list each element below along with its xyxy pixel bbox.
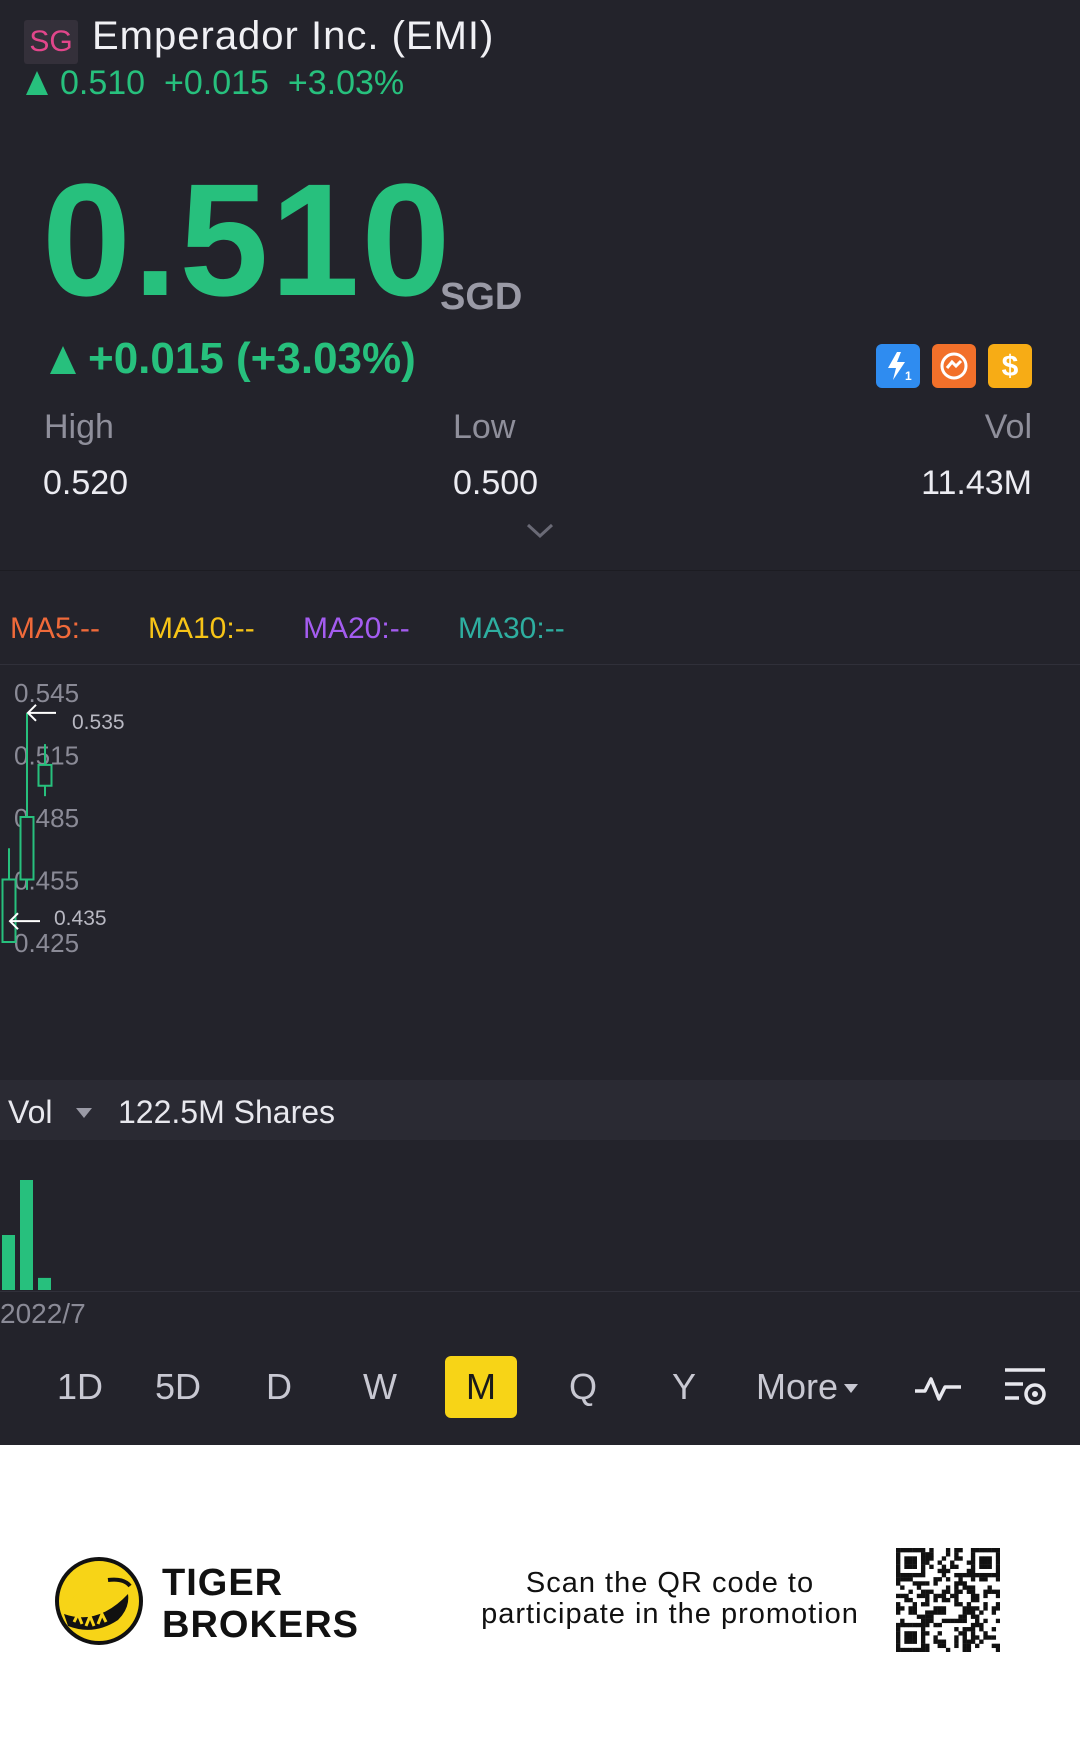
brand-line-2: BROKERS bbox=[162, 1604, 360, 1646]
caret-down-icon bbox=[844, 1384, 859, 1393]
ma30-label: MA30:-- bbox=[458, 612, 565, 645]
dropdown-caret-icon[interactable] bbox=[76, 1108, 92, 1118]
ma5-label: MA5:-- bbox=[10, 612, 100, 645]
period-m[interactable]: M bbox=[445, 1356, 517, 1418]
y-tick-label: 0.425 bbox=[14, 928, 79, 958]
ma20-label: MA20:-- bbox=[303, 612, 410, 645]
period-y[interactable]: Y bbox=[648, 1356, 720, 1418]
volume-bottom-divider bbox=[0, 1291, 1080, 1292]
header-quote: 0.510 +0.015 +3.03% bbox=[26, 64, 404, 103]
header-price: 0.510 bbox=[60, 64, 146, 102]
candle-body bbox=[19, 816, 35, 881]
section-divider bbox=[0, 570, 1080, 571]
promo-line-1: Scan the QR code to bbox=[525, 1567, 815, 1599]
chart-settings-icon[interactable] bbox=[998, 1356, 1054, 1418]
low-value: 0.500 bbox=[453, 464, 539, 502]
currency-label: SGD bbox=[440, 276, 523, 318]
candle-body bbox=[37, 763, 53, 787]
price-change-text: +0.015 (+3.03%) bbox=[88, 334, 416, 383]
promo-line-2: participate in the promotion bbox=[481, 1598, 859, 1630]
svg-text:1: 1 bbox=[905, 369, 912, 383]
svg-text:$: $ bbox=[1002, 350, 1019, 383]
brand-name: TIGER BROKERS bbox=[162, 1562, 359, 1646]
lightning-1-icon[interactable]: 1 bbox=[876, 344, 920, 388]
x-axis-date: 2022/7 bbox=[0, 1298, 86, 1329]
vol-value: 11.43M bbox=[921, 464, 1032, 502]
volume-total: 122.5M Shares bbox=[118, 1094, 336, 1130]
period-more[interactable]: More bbox=[756, 1356, 872, 1418]
min-arrow-icon bbox=[8, 912, 40, 930]
more-label: More bbox=[756, 1366, 839, 1407]
feature-badges: 1 $ bbox=[876, 344, 1032, 388]
stock-quote-screen: SG Emperador Inc. (EMI) 0.510 +0.015 +3.… bbox=[0, 0, 1080, 1445]
qr-code-icon[interactable] bbox=[896, 1548, 1000, 1652]
max-price-marker: 0.535 bbox=[72, 711, 125, 734]
ma-indicators[interactable]: MA5:-- MA10:-- MA20:-- MA30:-- bbox=[0, 612, 1080, 664]
brand-line-1: TIGER bbox=[162, 1562, 284, 1604]
period-q[interactable]: Q bbox=[547, 1356, 619, 1418]
chevron-down-icon[interactable] bbox=[526, 522, 554, 545]
period-selector: 1D 5D D W M Q Y More bbox=[0, 1356, 1080, 1420]
candlestick-chart[interactable]: 0.5450.5150.4850.4550.4250.5350.435 bbox=[0, 664, 1080, 1080]
volume-bar bbox=[20, 1180, 33, 1290]
dollar-icon[interactable]: $ bbox=[988, 344, 1032, 388]
price-change: +0.015 (+3.03%) bbox=[50, 334, 416, 384]
indicator-icon[interactable] bbox=[910, 1356, 966, 1418]
period-w[interactable]: W bbox=[344, 1356, 416, 1418]
ma10-label: MA10:-- bbox=[148, 612, 255, 645]
high-label: High bbox=[44, 408, 114, 446]
tiger-logo-icon bbox=[54, 1556, 144, 1651]
volume-bar bbox=[38, 1277, 51, 1290]
period-1d[interactable]: 1D bbox=[44, 1356, 116, 1418]
header-change: +0.015 bbox=[164, 64, 269, 102]
header-change-pct: +3.03% bbox=[287, 64, 405, 102]
period-d[interactable]: D bbox=[243, 1356, 315, 1418]
candle-body bbox=[1, 878, 17, 943]
up-arrow-icon bbox=[50, 346, 76, 374]
swap-icon[interactable] bbox=[932, 344, 976, 388]
min-price-marker: 0.435 bbox=[54, 907, 107, 930]
vol-label: Vol bbox=[984, 408, 1032, 446]
low-label: Low bbox=[453, 408, 516, 446]
last-price: 0.510 bbox=[42, 150, 453, 329]
volume-chart bbox=[2, 1180, 51, 1290]
y-tick-label: 0.545 bbox=[14, 678, 79, 708]
up-arrow-icon bbox=[26, 71, 48, 95]
market-badge: SG bbox=[24, 20, 78, 64]
stock-title: Emperador Inc. (EMI) bbox=[92, 14, 495, 58]
volume-bar bbox=[2, 1235, 15, 1290]
period-5d[interactable]: 5D bbox=[142, 1356, 214, 1418]
volume-label: Vol bbox=[8, 1094, 53, 1130]
promo-text: Scan the QR code to participate in the p… bbox=[480, 1568, 860, 1630]
high-value: 0.520 bbox=[43, 464, 129, 502]
